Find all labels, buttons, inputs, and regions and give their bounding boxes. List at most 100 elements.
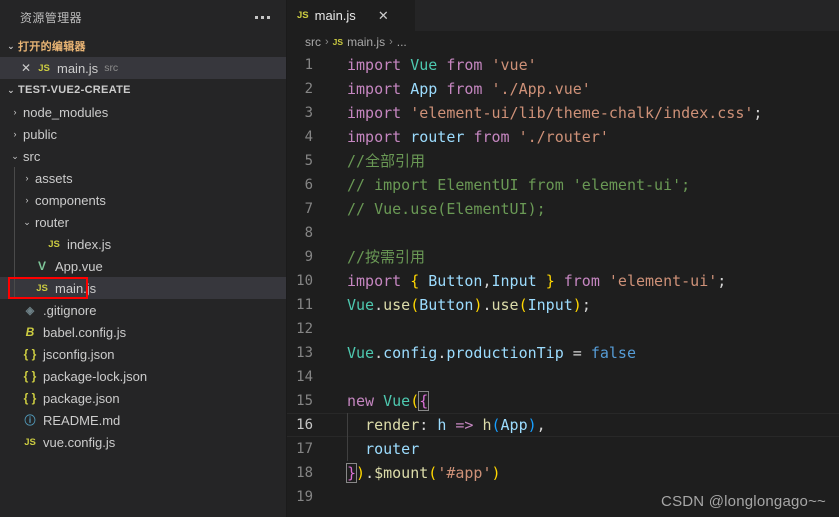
js-file-icon: JS xyxy=(36,282,48,294)
code-token: from xyxy=(473,128,510,146)
tree-file-babel-config-js[interactable]: ›Bbabel.config.js xyxy=(0,321,286,343)
tree-folder-router[interactable]: ⌄ router xyxy=(0,211,286,233)
code-token: from xyxy=(446,80,483,98)
code-line[interactable]: 2 import App from './App.vue' xyxy=(287,77,839,101)
section-open-editors-label: 打开的编辑器 xyxy=(18,41,86,53)
code-line[interactable]: 8 xyxy=(287,221,839,245)
tree-item-label: jsconfig.json xyxy=(43,346,115,362)
close-icon[interactable]: ✕ xyxy=(378,9,389,22)
tree-file-app-vue[interactable]: ›VApp.vue xyxy=(0,255,286,277)
tree-file-jsconfig-json[interactable]: ›{ }jsconfig.json xyxy=(0,343,286,365)
line-number: 16 xyxy=(296,417,313,433)
code-token: import xyxy=(347,272,402,290)
code-line[interactable]: 18}).$mount('#app') xyxy=(287,461,839,485)
js-file-icon: JS xyxy=(24,436,36,448)
tree-file-package-lock-json[interactable]: ›{ }package-lock.json xyxy=(0,365,286,387)
chevron-right-icon[interactable]: › xyxy=(8,129,22,139)
tab-main-js[interactable]: JS main.js ✕ xyxy=(287,0,416,31)
code-line[interactable]: 16 render: h => h(App), xyxy=(287,413,839,437)
code-token: . xyxy=(437,344,447,362)
code-line[interactable]: 10 import { Button,Input } from 'element-… xyxy=(287,269,839,293)
tree-folder-assets[interactable]: › assets xyxy=(0,167,286,189)
breadcrumb-item-src[interactable]: src xyxy=(305,35,321,49)
code-token: from xyxy=(446,56,483,74)
code-token: ; xyxy=(581,296,591,314)
tree-file-package-json[interactable]: ›{ }package.json xyxy=(0,387,286,409)
more-actions-icon[interactable] xyxy=(249,12,276,23)
code-line[interactable]: 3 import 'element-ui/lib/theme-chalk/inde… xyxy=(287,101,839,125)
chevron-right-icon[interactable]: › xyxy=(8,107,22,117)
code-token: new xyxy=(347,392,375,410)
code-token: ) xyxy=(356,464,366,482)
tree-file-readme-md[interactable]: ›ⓘREADME.md xyxy=(0,409,286,431)
code-line[interactable]: 13 Vue.config.productionTip = false xyxy=(287,341,839,365)
tree-item-label: package-lock.json xyxy=(43,368,148,384)
tree-file-vue-config-js[interactable]: ›JSvue.config.js xyxy=(0,431,286,453)
chevron-right-icon[interactable]: › xyxy=(20,173,34,183)
code-token: Button xyxy=(428,272,483,290)
code-token: Input xyxy=(527,296,573,314)
code-token: Vue xyxy=(347,296,375,314)
code-token: . xyxy=(365,464,375,482)
code-line[interactable]: 9 //按需引用 xyxy=(287,245,839,269)
code-line-text: //按需引用 xyxy=(335,245,839,269)
tree-file-index-js[interactable]: ›JSindex.js xyxy=(0,233,286,255)
code-token: h xyxy=(482,416,492,434)
tree-file-main-js[interactable]: ›JSmain.js xyxy=(0,277,286,299)
code-line-text: Vue.use(Button).use(Input); xyxy=(335,293,839,317)
chevron-down-icon[interactable]: ⌄ xyxy=(8,151,22,161)
line-number: 4 xyxy=(304,129,313,145)
code-token: productionTip xyxy=(446,344,564,362)
code-token: false xyxy=(590,344,636,362)
code-token: Vue xyxy=(383,392,411,410)
code-line[interactable]: 7 // Vue.use(ElementUI); xyxy=(287,197,839,221)
line-number: 3 xyxy=(304,105,313,121)
code-token: './router' xyxy=(518,128,609,146)
code-token: ) xyxy=(572,296,582,314)
close-icon[interactable]: ✕ xyxy=(18,61,34,75)
code-token: ) xyxy=(527,416,537,434)
tree-folder-node-modules[interactable]: › node_modules xyxy=(0,101,286,123)
json-file-icon: { } xyxy=(23,347,37,361)
code-line[interactable]: 12 xyxy=(287,317,839,341)
tree-folder-src[interactable]: ⌄ src xyxy=(0,145,286,167)
vscode-window: 资源管理器 ⌄ 打开的编辑器 ✕ JS main.js src ⌄ TEST-V… xyxy=(0,0,839,517)
chevron-right-icon[interactable]: › xyxy=(20,195,34,205)
tree-file-gitignore[interactable]: ›◈.gitignore xyxy=(0,299,286,321)
tree-item-label: README.md xyxy=(43,412,121,428)
chevron-down-icon[interactable]: ⌄ xyxy=(20,217,34,227)
code-line[interactable]: 14 xyxy=(287,365,839,389)
code-line[interactable]: 17 router xyxy=(287,437,839,461)
editor-tab-bar: JS main.js ✕ xyxy=(287,0,839,31)
code-token: { xyxy=(418,391,430,411)
code-line[interactable]: 15 new Vue({ xyxy=(287,389,839,413)
section-open-editors[interactable]: ⌄ 打开的编辑器 xyxy=(0,35,286,57)
code-token: ( xyxy=(518,296,528,314)
breadcrumb-item-main-js[interactable]: main.js xyxy=(347,35,385,49)
code-line-text: // import ElementUI from 'element-ui'; xyxy=(335,173,839,197)
code-line[interactable]: 1 import Vue from 'vue' xyxy=(287,53,839,77)
code-line[interactable]: 6 // import ElementUI from 'element-ui'; xyxy=(287,173,839,197)
tree-folder-public[interactable]: › public xyxy=(0,123,286,145)
section-project[interactable]: ⌄ TEST-VUE2-CREATE xyxy=(0,79,286,101)
code-token: import xyxy=(347,104,402,122)
tree-folder-components[interactable]: › components xyxy=(0,189,286,211)
open-editor-item-main-js[interactable]: ✕ JS main.js src xyxy=(0,57,286,79)
code-line-text: render: h => h(App), xyxy=(335,413,839,437)
breadcrumb-item-symbols[interactable]: ... xyxy=(397,35,407,49)
code-line-text: router xyxy=(335,437,839,461)
code-line[interactable]: 11 Vue.use(Button).use(Input); xyxy=(287,293,839,317)
code-line[interactable]: 4 import router from './router' xyxy=(287,125,839,149)
code-line-text: import { Button,Input } from 'element-ui… xyxy=(335,269,839,293)
code-line-text: //全部引用 xyxy=(335,149,839,173)
code-line[interactable]: 5 //全部引用 xyxy=(287,149,839,173)
tree-item-label: main.js xyxy=(55,280,97,296)
code-editor-content[interactable]: 1 import Vue from 'vue' 2 import App from '… xyxy=(287,53,839,517)
